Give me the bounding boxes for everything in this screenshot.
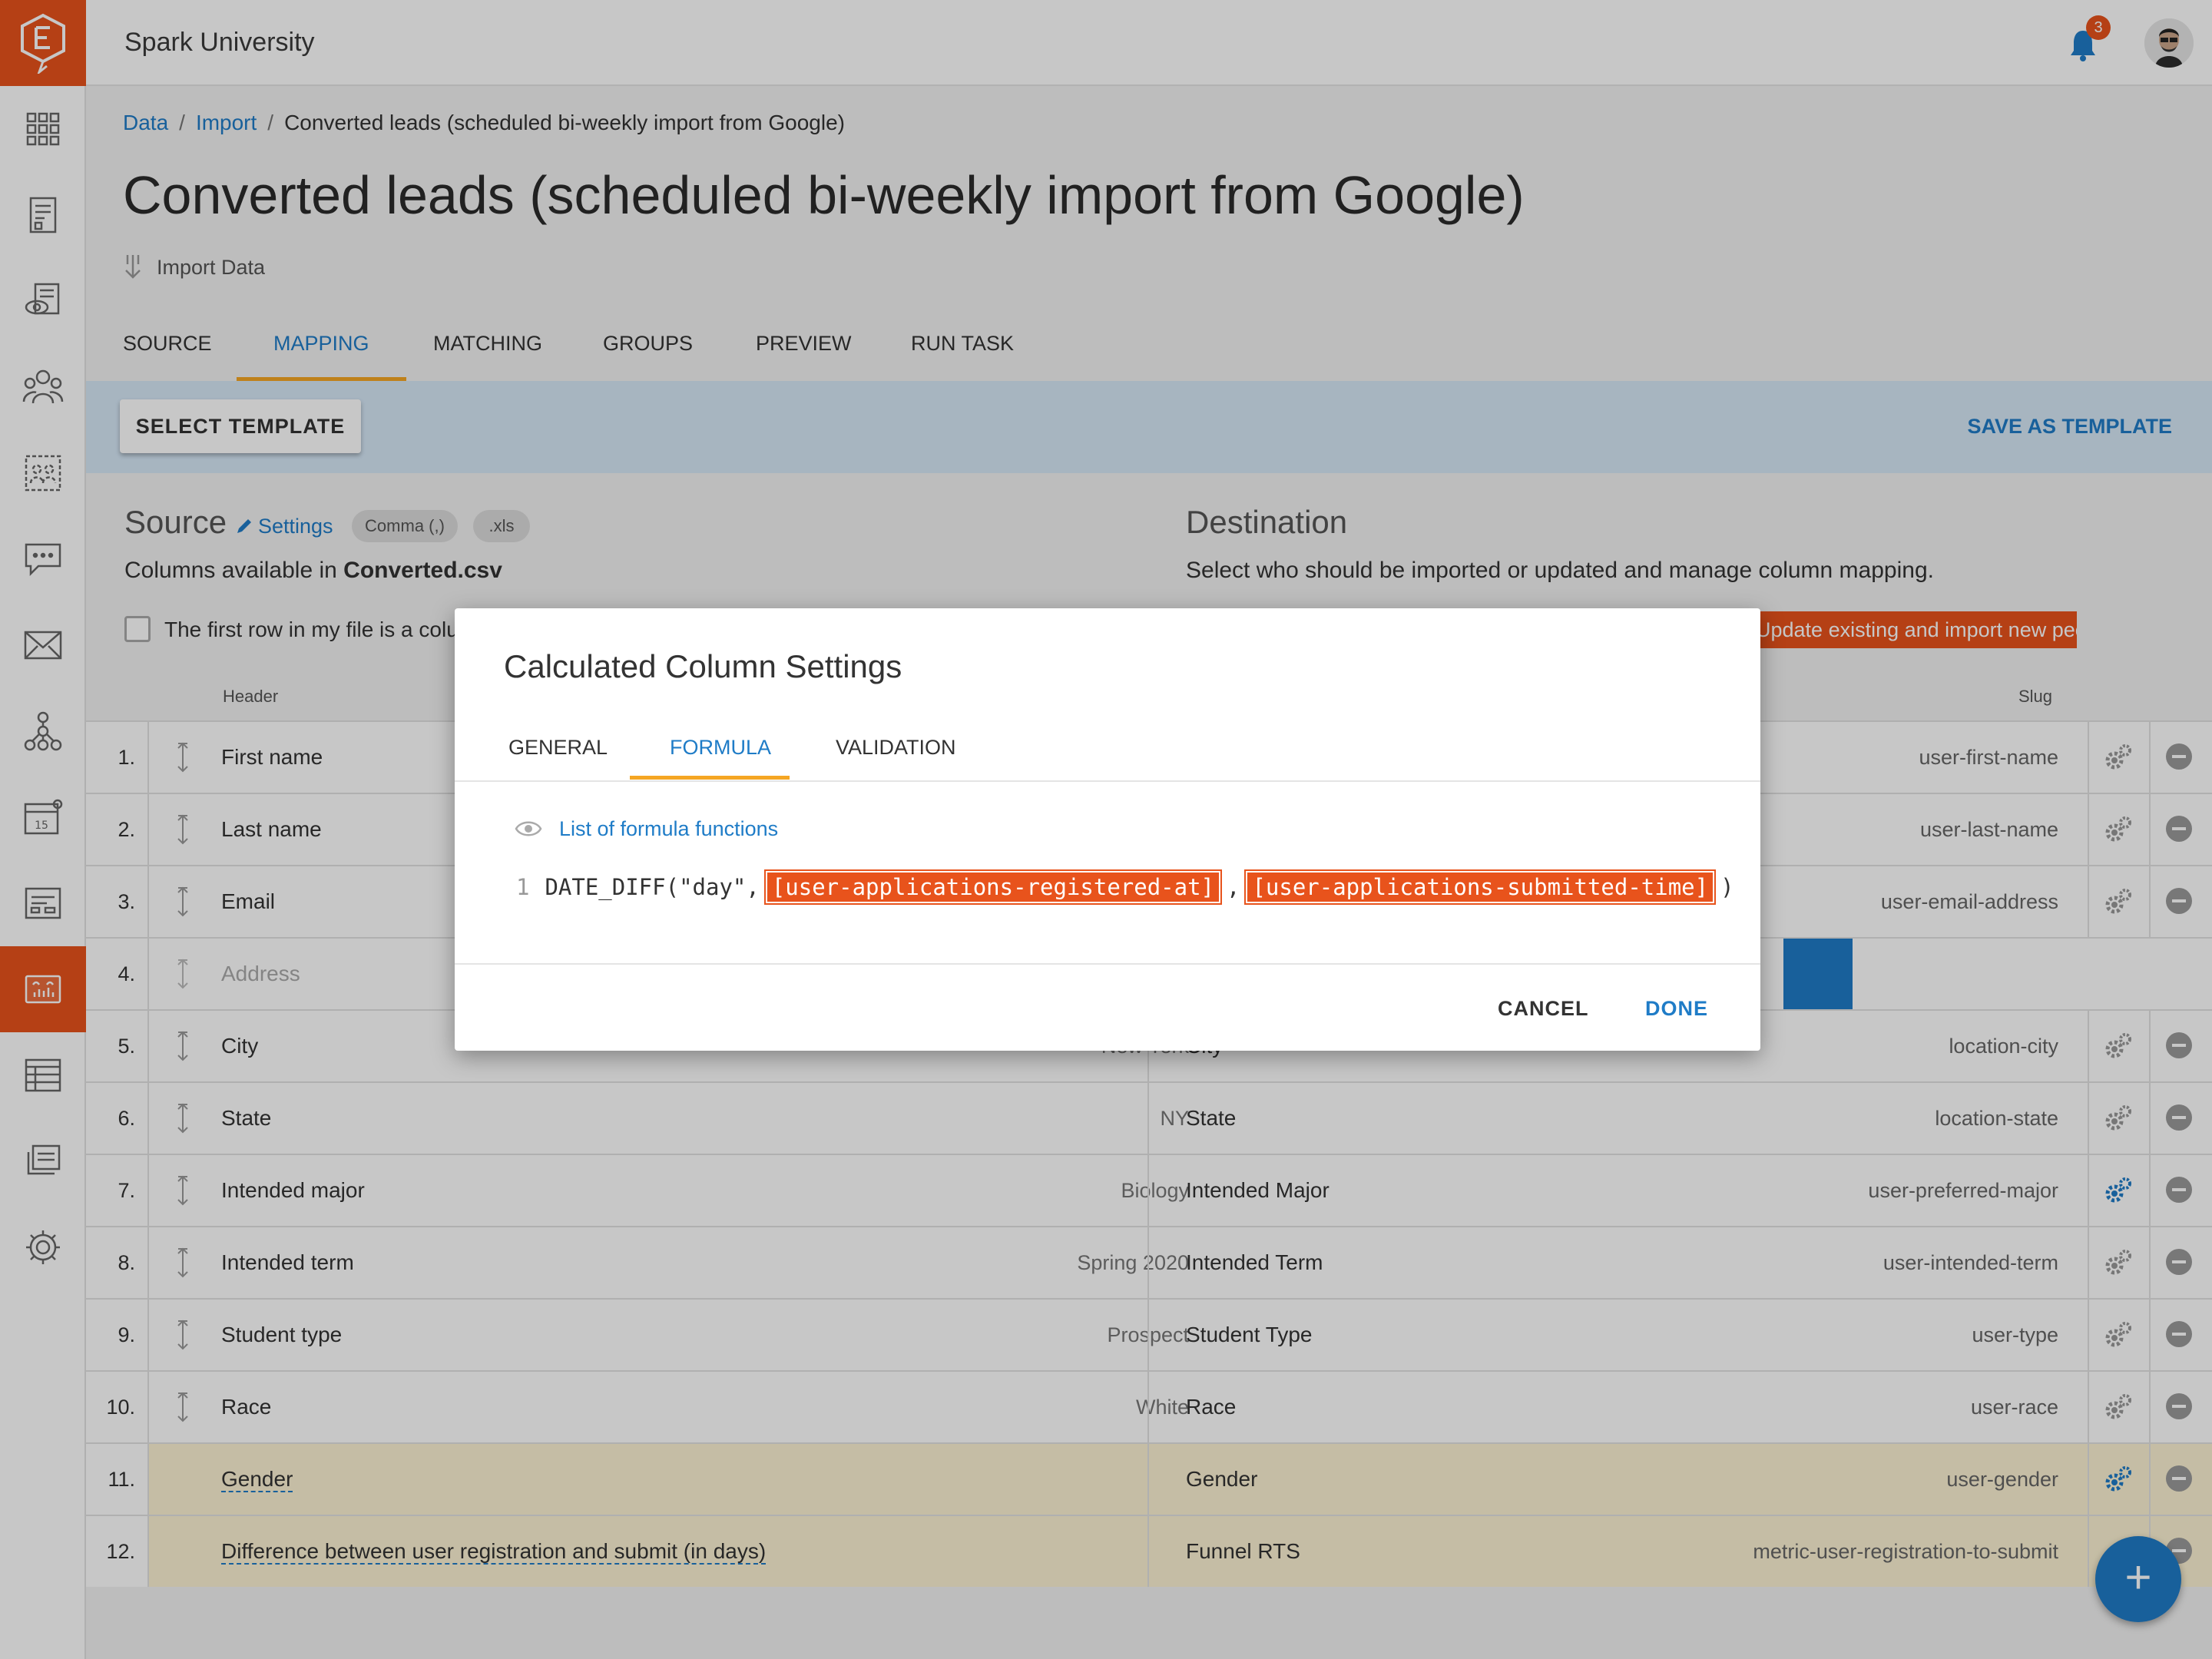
cancel-button[interactable]: CANCEL bbox=[1498, 997, 1589, 1021]
active-tab-indicator bbox=[630, 776, 790, 780]
done-button[interactable]: DONE bbox=[1645, 997, 1708, 1021]
dialog-tab-formula[interactable]: FORMULA bbox=[670, 736, 771, 760]
tab-divider bbox=[455, 780, 1760, 782]
formula-closing-paren: ) bbox=[1720, 874, 1734, 900]
line-number: 1 bbox=[516, 874, 530, 900]
dialog-tab-validation[interactable]: VALIDATION bbox=[836, 736, 956, 760]
formula-function: DATE_DIFF("day", bbox=[545, 874, 760, 900]
formula-token-submitted-time[interactable]: [user-applications-submitted-time] bbox=[1244, 869, 1717, 905]
formula-token-registered-at[interactable]: [user-applications-registered-at] bbox=[763, 869, 1223, 905]
dialog-title: Calculated Column Settings bbox=[504, 648, 902, 684]
dialog-tab-general[interactable]: GENERAL bbox=[508, 736, 608, 760]
formula-editor[interactable]: 1 DATE_DIFF("day", [user-applications-re… bbox=[516, 869, 1734, 905]
eye-icon bbox=[515, 821, 542, 836]
formula-functions-link[interactable]: List of formula functions bbox=[559, 817, 778, 841]
calculated-column-dialog: Calculated Column Settings GENERAL FORMU… bbox=[455, 608, 1760, 1051]
dialog-footer-divider bbox=[455, 963, 1760, 965]
formula-comma: , bbox=[1227, 874, 1240, 900]
